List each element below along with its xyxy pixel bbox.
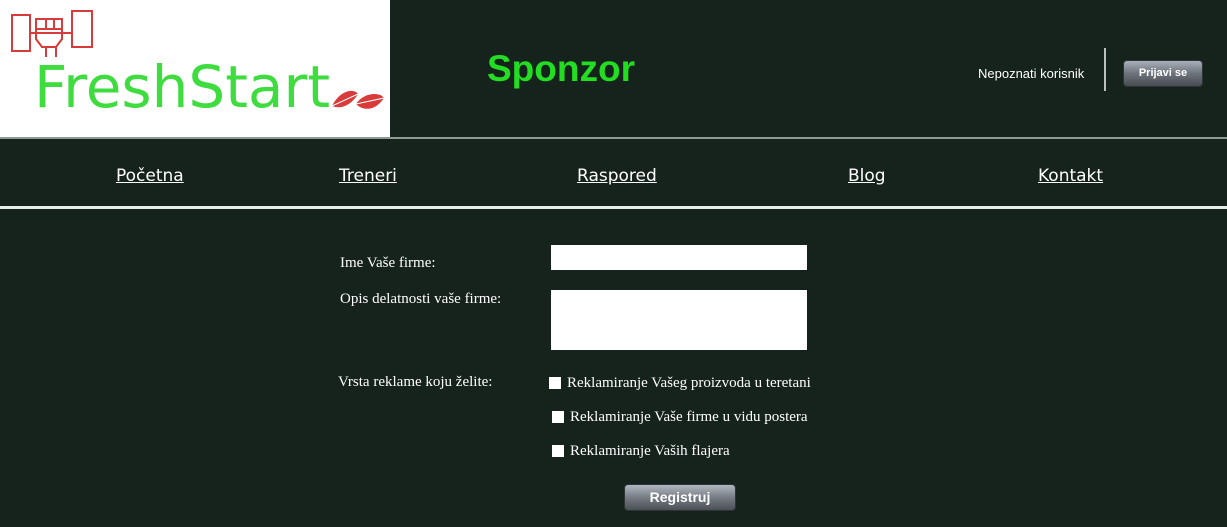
nav-item-blog[interactable]: Blog (848, 165, 886, 187)
nav-separator (0, 206, 1227, 209)
login-button[interactable]: Prijavi se (1123, 60, 1203, 87)
header-divider (1104, 48, 1106, 91)
leaf-icon (331, 90, 385, 109)
company-description-textarea[interactable] (551, 290, 807, 350)
site-header: FreshStart Sponzor Nepoznati korisnik Pr… (0, 0, 1227, 137)
ad-option-product-label: Reklamiranje Vašeg proizvoda u teretani (567, 375, 811, 391)
user-status-label: Nepoznati korisnik (978, 66, 1085, 81)
logo-text: FreshStart (34, 53, 331, 121)
nav-item-treneri[interactable]: Treneri (339, 165, 397, 187)
register-button[interactable]: Registruj (624, 484, 736, 511)
main-nav: Početna Treneri Raspored Blog Kontakt (0, 139, 1227, 206)
company-name-label: Ime Vaše firme: (340, 255, 436, 271)
ad-option-flyers-label: Reklamiranje Vaših flajera (570, 443, 730, 459)
company-description-label: Opis delatnosti vaše firme: (340, 291, 502, 307)
nav-item-raspored[interactable]: Raspored (577, 165, 657, 187)
ad-type-label: Vrsta reklame koju želite: (338, 374, 493, 390)
ad-option-product-checkbox[interactable] (549, 377, 561, 389)
logo[interactable]: FreshStart (0, 0, 390, 137)
ad-option-poster-label: Reklamiranje Vaše firme u vidu postera (570, 409, 808, 425)
ad-option-poster-checkbox[interactable] (552, 411, 564, 423)
nav-item-kontakt[interactable]: Kontakt (1038, 165, 1103, 187)
nav-item-pocetna[interactable]: Početna (116, 165, 184, 187)
ad-option-flyers-checkbox[interactable] (552, 445, 564, 457)
company-name-input[interactable] (551, 245, 807, 270)
page-title: Sponzor (487, 48, 635, 89)
